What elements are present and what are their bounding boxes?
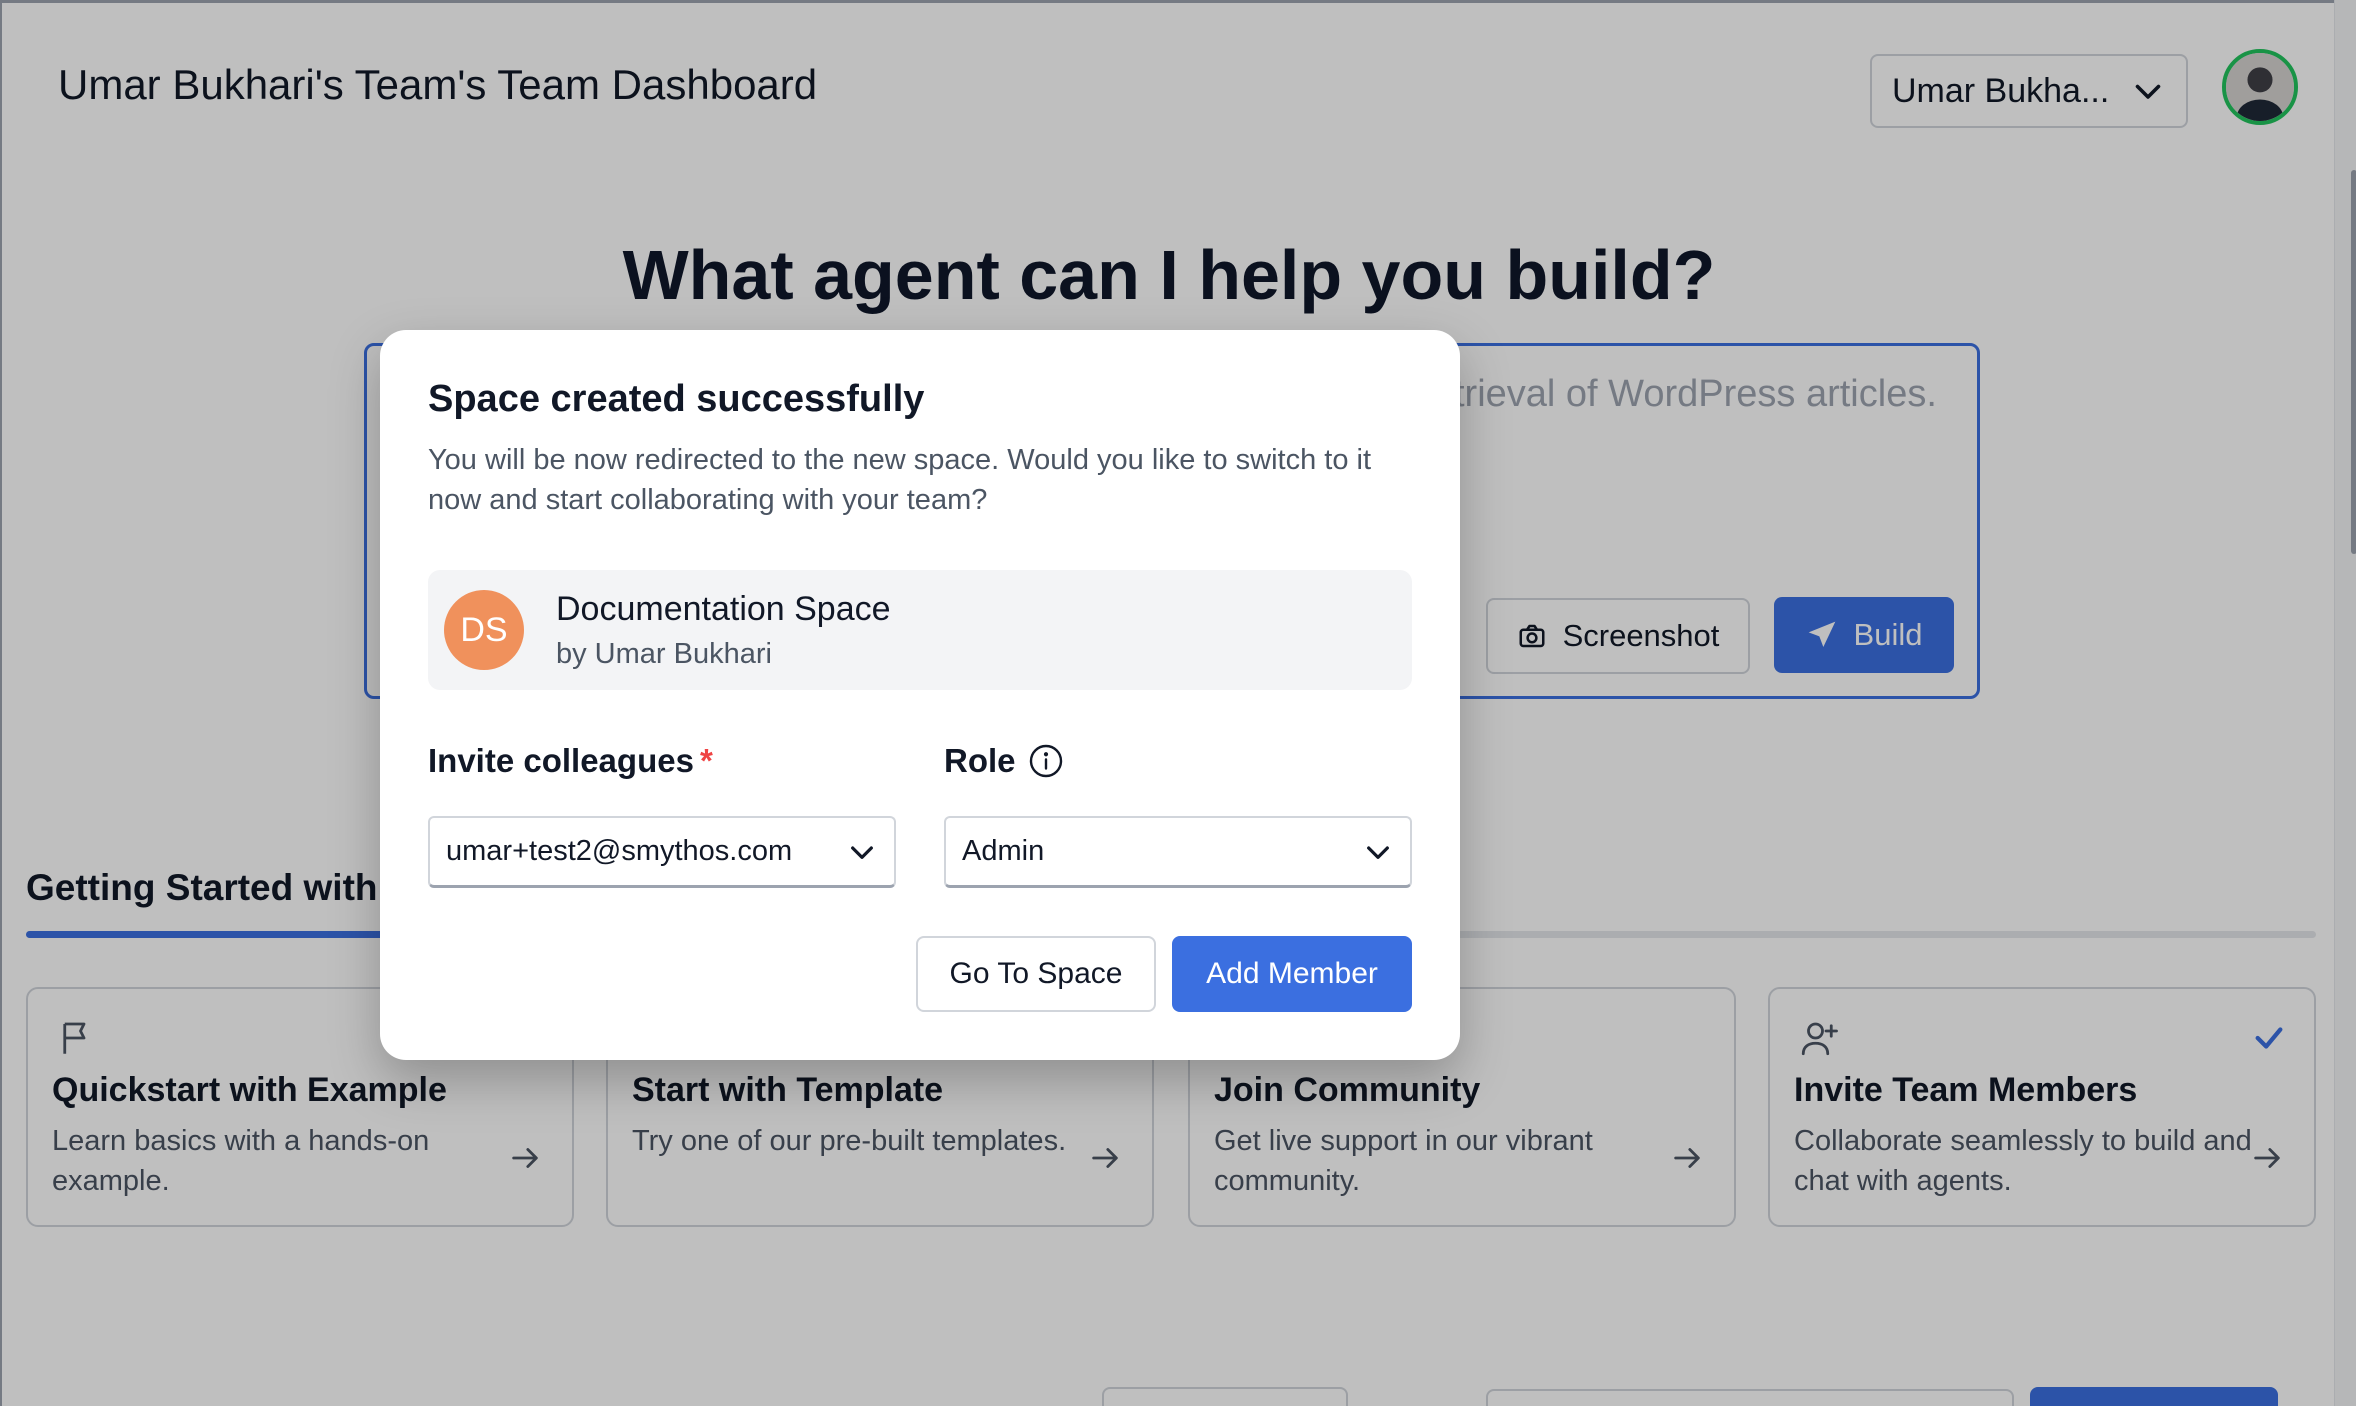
role-value: Admin xyxy=(962,835,1045,867)
info-icon[interactable] xyxy=(1028,743,1064,779)
chevron-down-icon xyxy=(851,845,873,859)
space-card: DS Documentation Space by Umar Bukhari xyxy=(428,570,1412,690)
modal-description: You will be now redirected to the new sp… xyxy=(428,444,1372,516)
role-label: Role xyxy=(944,742,1064,780)
add-member-button[interactable]: Add Member xyxy=(1172,936,1412,1012)
space-created-modal: Space created successfully You will be n… xyxy=(380,330,1460,1060)
role-select[interactable]: Admin xyxy=(944,816,1412,888)
go-to-space-button[interactable]: Go To Space xyxy=(916,936,1156,1012)
invite-value: umar+test2@smythos.com xyxy=(446,835,793,867)
role-label-text: Role xyxy=(944,742,1016,779)
chevron-down-icon xyxy=(1367,845,1389,859)
space-name: Documentation Space xyxy=(556,590,891,628)
space-owner: by Umar Bukhari xyxy=(556,638,772,670)
invite-colleagues-label: Invite colleagues * xyxy=(428,742,713,780)
space-initials-badge: DS xyxy=(444,590,524,670)
invite-colleagues-select[interactable]: umar+test2@smythos.com xyxy=(428,816,896,888)
required-asterisk: * xyxy=(699,742,713,779)
invite-label-text: Invite colleagues xyxy=(428,742,694,779)
modal-title: Space created successfully xyxy=(428,378,925,420)
